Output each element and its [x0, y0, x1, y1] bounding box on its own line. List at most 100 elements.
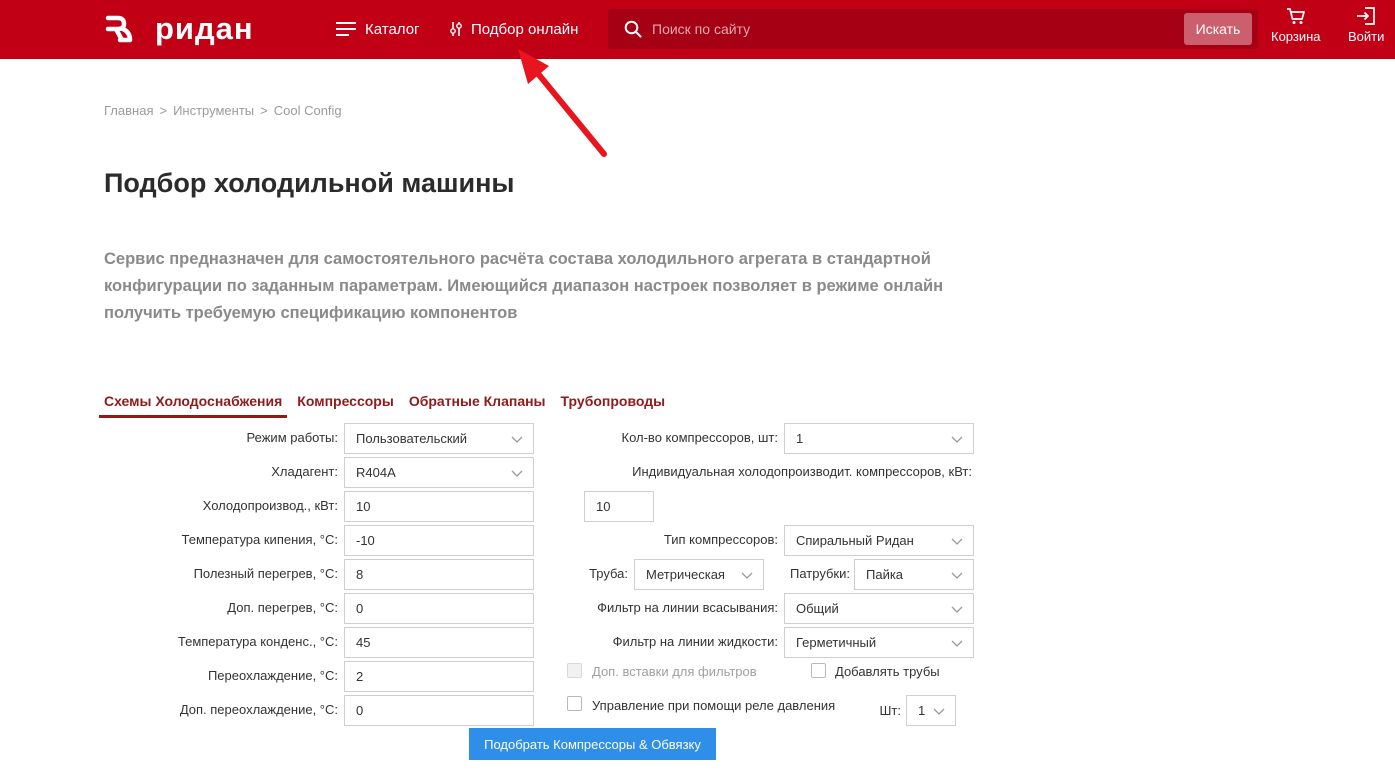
useful-superheat-label: Полезный перегрев, °С:	[193, 566, 338, 581]
pressure-relay-checkbox[interactable]	[567, 696, 582, 711]
subcooling-value: 2	[356, 669, 364, 684]
individual-capacity-input[interactable]: 10	[584, 491, 654, 522]
extra-superheat-value: 0	[356, 601, 364, 616]
chevron-down-icon	[951, 538, 963, 545]
capacity-input[interactable]: 10	[344, 491, 534, 522]
refrigerant-select[interactable]: R404A	[344, 457, 534, 488]
cart-icon	[1286, 8, 1305, 24]
compressor-type-select[interactable]: Спиральный Ридан	[784, 525, 974, 556]
nav-online-selection[interactable]: Подбор онлайн	[450, 17, 578, 41]
pipe-select[interactable]: Метрическая	[634, 559, 764, 590]
submit-button[interactable]: Подобрать Компрессоры & Обвязку	[469, 728, 716, 760]
evaporating-temp-input[interactable]: -10	[344, 525, 534, 556]
condensing-temp-label: Температура конденс., °С:	[177, 634, 338, 649]
extra-subcooling-label: Доп. переохлаждение, °С:	[179, 702, 338, 717]
useful-superheat-input[interactable]: 8	[344, 559, 534, 590]
tab-compressors[interactable]: Компрессоры	[292, 390, 399, 418]
add-pipes-label: Добавлять трубы	[835, 664, 940, 679]
liquid-filter-value: Герметичный	[796, 635, 877, 650]
fittings-select[interactable]: Пайка	[854, 559, 974, 590]
subcooling-label: Переохлаждение, °С:	[207, 668, 338, 683]
page-title: Подбор холодильной машины	[104, 168, 515, 198]
search-input[interactable]	[652, 9, 1172, 49]
nav-online-label: Подбор онлайн	[471, 20, 579, 38]
compressor-type-value: Спиральный Ридан	[796, 533, 914, 548]
site-header: ридан Каталог Подбор онлайн Искать	[0, 0, 1395, 59]
chevron-down-icon	[511, 470, 523, 477]
evaporating-temp-label: Температура кипения, °С:	[181, 532, 338, 547]
condensing-temp-input[interactable]: 45	[344, 627, 534, 658]
mode-label: Режим работы:	[246, 430, 338, 445]
mode-select[interactable]: Пользовательский	[344, 423, 534, 454]
individual-capacity-label: Индивидуальная холодопроизводит. компрес…	[632, 464, 972, 479]
chevron-down-icon	[951, 572, 963, 579]
condensing-temp-value: 45	[356, 635, 371, 650]
compressor-type-label: Тип компрессоров:	[663, 532, 778, 547]
filter-inserts-checkbox[interactable]	[567, 663, 582, 678]
chevron-down-icon	[741, 572, 753, 579]
useful-superheat-value: 8	[356, 567, 364, 582]
breadcrumb-separator: >	[260, 103, 268, 118]
chevron-down-icon	[951, 436, 963, 443]
intro-text: Сервис предназначен для самостоятельного…	[104, 250, 944, 322]
extra-superheat-input[interactable]: 0	[344, 593, 534, 624]
suction-filter-select[interactable]: Общий	[784, 593, 974, 624]
nav-catalog-label: Каталог	[365, 20, 420, 38]
refrigerant-label: Хладагент:	[271, 464, 338, 479]
add-pipes-checkbox[interactable]	[811, 663, 826, 678]
qty-label: Шт:	[879, 703, 901, 718]
pipe-label: Труба:	[589, 566, 628, 581]
menu-icon	[336, 22, 356, 36]
breadcrumb-current: Cool Config	[273, 103, 342, 118]
extra-subcooling-value: 0	[356, 703, 364, 718]
search-icon	[624, 20, 642, 38]
subcooling-input[interactable]: 2	[344, 661, 534, 692]
fittings-value: Пайка	[866, 567, 904, 582]
refrigerant-value: R404A	[356, 465, 396, 480]
login-icon	[1357, 7, 1376, 25]
extra-subcooling-input[interactable]: 0	[344, 695, 534, 726]
logo[interactable]: ридан	[104, 11, 254, 47]
tabs: Схемы Холодоснабжения Компрессоры Обратн…	[99, 390, 675, 418]
chevron-down-icon	[933, 708, 945, 715]
compressor-count-select[interactable]: 1	[784, 423, 974, 454]
suction-filter-label: Фильтр на линии всасывания:	[597, 600, 778, 615]
breadcrumb-tools[interactable]: Инструменты	[173, 103, 254, 118]
liquid-filter-select[interactable]: Герметичный	[784, 627, 974, 658]
login-button[interactable]: Войти	[1348, 7, 1384, 44]
pressure-relay-label: Управление при помощи реле давления	[592, 698, 836, 713]
suction-filter-value: Общий	[796, 601, 839, 616]
qty-select[interactable]: 1	[906, 695, 956, 726]
tab-pipelines[interactable]: Трубопроводы	[556, 390, 671, 418]
qty-value: 1	[918, 703, 926, 718]
evaporating-temp-value: -10	[356, 533, 375, 548]
extra-superheat-label: Доп. перегрев, °С:	[227, 600, 338, 615]
liquid-filter-label: Фильтр на линии жидкости:	[612, 634, 778, 649]
chevron-down-icon	[951, 640, 963, 647]
tab-refrigeration-schemes[interactable]: Схемы Холодоснабжения	[99, 390, 288, 418]
breadcrumb-separator: >	[159, 103, 168, 118]
nav-catalog[interactable]: Каталог	[336, 17, 420, 41]
capacity-value: 10	[356, 499, 371, 514]
breadcrumb: Главная > Инструменты > Cool Config	[104, 103, 342, 118]
filter-inserts-label: Доп. вставки для фильтров	[592, 664, 757, 679]
compressor-count-value: 1	[796, 431, 804, 446]
breadcrumb-home[interactable]: Главная	[104, 103, 153, 118]
search-button[interactable]: Искать	[1184, 13, 1252, 45]
pipe-value: Метрическая	[646, 567, 725, 582]
tab-check-valves[interactable]: Обратные Клапаны	[404, 390, 551, 418]
chevron-down-icon	[951, 606, 963, 613]
compressor-count-label: Кол-во компрессоров, шт:	[621, 430, 779, 445]
search-bar: Искать	[608, 9, 1258, 49]
ridan-logo-icon	[105, 15, 133, 43]
sliders-icon	[450, 22, 462, 36]
cart-button[interactable]: Корзина	[1271, 7, 1321, 44]
logo-text: ридан	[155, 11, 254, 46]
capacity-label: Холодопроизвод., кВт:	[202, 498, 338, 513]
login-label: Войти	[1348, 29, 1385, 44]
mode-value: Пользовательский	[356, 431, 468, 446]
individual-capacity-value: 10	[596, 499, 611, 514]
cart-label: Корзина	[1271, 29, 1321, 44]
fittings-label: Патрубки:	[790, 566, 850, 581]
chevron-down-icon	[511, 436, 523, 443]
